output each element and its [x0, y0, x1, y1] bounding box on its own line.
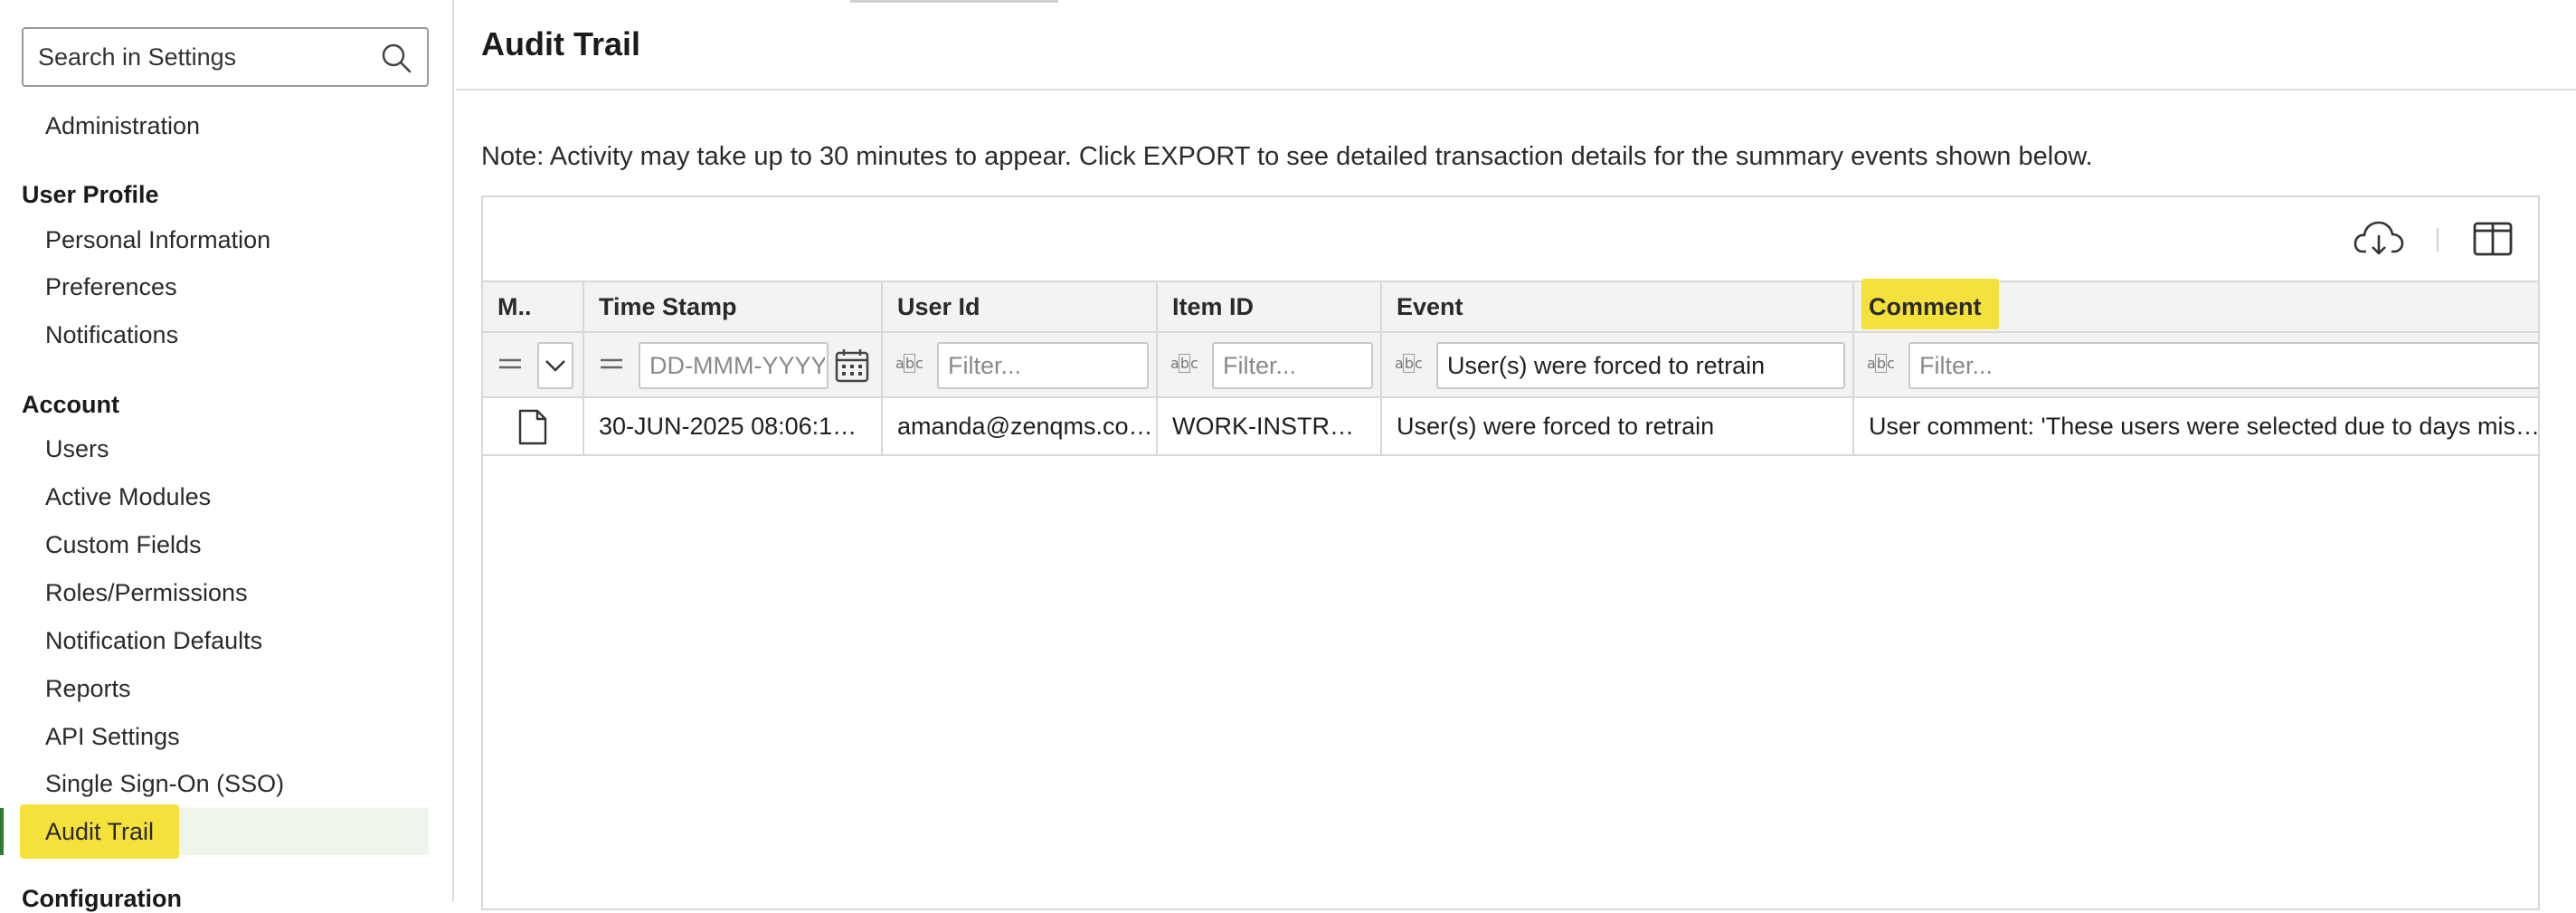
- cell-event: User(s) were forced to retrain: [1397, 413, 1715, 440]
- column-header-event[interactable]: Event: [1382, 282, 1852, 331]
- cell-item-id: WORK-INSTR…: [1172, 413, 1354, 440]
- title-divider: [456, 89, 2576, 90]
- column-header-m[interactable]: M..: [483, 282, 582, 331]
- sidebar-heading-account: Account: [22, 391, 119, 418]
- table-row[interactable]: 30-JUN-2025 08:06:1… amanda@zenqms.co… W…: [483, 398, 2540, 456]
- item-id-filter-input[interactable]: [1212, 342, 1373, 389]
- column-header-item-id[interactable]: Item ID: [1158, 282, 1380, 331]
- calendar-icon[interactable]: [834, 347, 870, 384]
- cell-user-id: amanda@zenqms.co…: [897, 413, 1153, 440]
- audit-trail-grid: M.. Time Stamp User Id Item ID Event Com…: [481, 195, 2540, 910]
- sidebar-heading-user-profile: User Profile: [22, 181, 159, 208]
- table-header-row: M.. Time Stamp User Id Item ID Event Com…: [483, 279, 2538, 333]
- settings-search-box[interactable]: [22, 27, 429, 87]
- sidebar-item-users[interactable]: Users: [45, 435, 109, 463]
- column-divider: [1380, 281, 1382, 456]
- chevron-down-icon: [545, 360, 565, 372]
- cell-comment: User comment: 'These users were selected…: [1869, 413, 2540, 440]
- sidebar-item-notification-defaults[interactable]: Notification Defaults: [45, 627, 262, 655]
- column-divider: [582, 281, 584, 456]
- column-header-user-id[interactable]: User Id: [883, 282, 1156, 331]
- text-filter-icon[interactable]: abc: [1395, 354, 1423, 373]
- timestamp-filter-input[interactable]: [639, 342, 829, 389]
- user-id-filter-input[interactable]: [937, 342, 1149, 389]
- text-filter-icon[interactable]: abc: [1170, 354, 1198, 373]
- toolbar-separator: [2437, 228, 2439, 252]
- page-title: Audit Trail: [481, 25, 641, 62]
- equals-operator-icon[interactable]: [599, 355, 624, 373]
- sidebar-item-reports[interactable]: Reports: [45, 675, 131, 703]
- search-icon[interactable]: [380, 42, 412, 74]
- sidebar-item-sso[interactable]: Single Sign-On (SSO): [45, 770, 284, 798]
- sidebar-item-custom-fields[interactable]: Custom Fields: [45, 531, 202, 559]
- column-header-time-stamp[interactable]: Time Stamp: [584, 282, 881, 331]
- cell-timestamp: 30-JUN-2025 08:06:1…: [599, 413, 857, 440]
- sidebar-item-preferences[interactable]: Preferences: [45, 273, 177, 301]
- sidebar-item-notifications[interactable]: Notifications: [45, 321, 178, 349]
- cloud-download-icon[interactable]: [2353, 217, 2404, 262]
- comment-filter-input[interactable]: [1908, 342, 2538, 389]
- sidebar-item-api-settings[interactable]: API Settings: [45, 723, 180, 751]
- event-filter-input[interactable]: [1436, 342, 1845, 389]
- sidebar-active-indicator: [0, 808, 4, 855]
- sidebar-item-personal-information[interactable]: Personal Information: [45, 226, 270, 254]
- columns-icon[interactable]: [2471, 219, 2514, 259]
- column-divider: [881, 281, 883, 456]
- text-filter-icon[interactable]: abc: [1867, 354, 1895, 373]
- sidebar-heading-configuration: Configuration: [22, 885, 182, 912]
- settings-sidebar: Administration User Profile Personal Inf…: [0, 0, 454, 912]
- type-filter-dropdown[interactable]: [537, 342, 573, 389]
- sidebar-item-administration[interactable]: Administration: [45, 112, 200, 140]
- text-filter-icon[interactable]: abc: [895, 354, 923, 373]
- column-divider: [1852, 281, 1854, 456]
- sidebar-item-roles-permissions[interactable]: Roles/Permissions: [45, 579, 248, 607]
- settings-search-input[interactable]: [24, 29, 367, 85]
- info-note: Note: Activity may take up to 30 minutes…: [481, 142, 2093, 171]
- document-icon[interactable]: [517, 409, 548, 445]
- sidebar-item-audit-trail[interactable]: Audit Trail: [45, 818, 154, 846]
- table-filter-row: abc abc abc abc: [483, 333, 2538, 398]
- sidebar-item-active-modules[interactable]: Active Modules: [45, 483, 211, 511]
- column-divider: [1156, 281, 1158, 456]
- equals-operator-icon[interactable]: [497, 355, 523, 373]
- top-tab-indicator: [850, 0, 1058, 3]
- column-header-comment[interactable]: Comment: [1854, 282, 2524, 331]
